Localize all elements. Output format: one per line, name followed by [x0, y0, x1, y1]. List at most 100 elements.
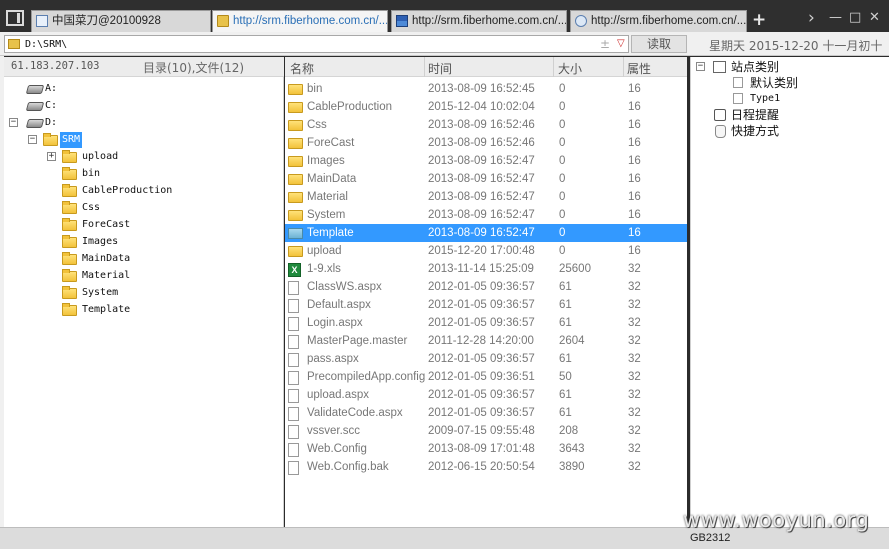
table-row[interactable]: vssver.scc 2009-07-15 09:55:48 208 32 [285, 422, 687, 440]
folder-icon [288, 246, 303, 257]
plus-minus-icon[interactable]: ± [600, 36, 610, 52]
file-time: 2013-08-09 16:52:47 [428, 227, 535, 239]
file-name: System [307, 209, 346, 221]
table-row[interactable]: CableProduction 2015-12-04 10:02:04 0 16 [285, 98, 687, 116]
tree-item-drive-c[interactable]: C: [4, 98, 124, 114]
tree-item-shortcuts[interactable]: 快捷方式 [695, 123, 815, 139]
table-row[interactable]: Login.aspx 2012-01-05 09:36:57 61 32 [285, 314, 687, 332]
table-row[interactable]: upload 2015-12-20 17:00:48 0 16 [285, 242, 687, 260]
table-row[interactable]: Images 2013-08-09 16:52:47 0 16 [285, 152, 687, 170]
tree-item-srm[interactable]: − SRM [4, 132, 144, 148]
table-row[interactable]: ForeCast 2013-08-09 16:52:46 0 16 [285, 134, 687, 152]
tree-item-maindata[interactable]: MainData [4, 251, 204, 267]
table-row[interactable]: Web.Config 2013-08-09 17:01:48 3643 32 [285, 440, 687, 458]
tab-label: 中国菜刀@20100928 [52, 15, 161, 27]
column-header-size[interactable]: 大小 [558, 60, 582, 77]
file-time: 2013-08-09 16:52:47 [428, 173, 535, 185]
table-row[interactable]: Material 2013-08-09 16:52:47 0 16 [285, 188, 687, 206]
folder-icon [62, 235, 77, 248]
tree-item-material[interactable]: Material [4, 268, 204, 284]
tab-srm-terminal[interactable]: http://srm.fiberhome.com.cn/... [570, 10, 747, 32]
file-size: 50 [559, 371, 572, 383]
column-divider[interactable] [553, 57, 554, 77]
tree-item-label: C: [45, 100, 58, 111]
column-header-name[interactable]: 名称 [290, 60, 314, 77]
folder-icon [62, 269, 77, 282]
tree-item-cableproduction[interactable]: CableProduction [4, 183, 204, 199]
file-name: upload.aspx [307, 389, 370, 401]
tree-item-drive-a[interactable]: A: [4, 81, 124, 97]
table-row[interactable]: Css 2013-08-09 16:52:46 0 16 [285, 116, 687, 134]
file-name: MasterPage.master [307, 335, 408, 347]
new-tab-button[interactable]: + [752, 11, 766, 29]
column-divider[interactable] [623, 57, 624, 77]
file-time: 2009-07-15 09:55:48 [428, 425, 535, 437]
tree-item-upload[interactable]: + upload [4, 149, 164, 165]
tree-item-label: 默认类别 [750, 76, 799, 90]
folder-icon [62, 252, 77, 265]
file-size: 0 [559, 209, 566, 221]
table-row[interactable]: X 1-9.xls 2013-11-14 15:25:09 25600 32 [285, 260, 687, 278]
read-button[interactable]: 读取 [631, 35, 687, 53]
tab-caidao[interactable]: 中国菜刀@20100928 [31, 10, 211, 32]
encoding-label[interactable]: GB2312 [690, 532, 730, 544]
path-input[interactable]: D:\SRM\ ± ▽ [4, 35, 629, 53]
tree-item-label: 快捷方式 [731, 124, 780, 138]
table-row[interactable]: MasterPage.master 2011-12-28 14:20:00 2604… [285, 332, 687, 350]
file-size: 61 [559, 281, 572, 293]
collapse-icon[interactable]: − [28, 135, 37, 144]
flag-icon [396, 15, 408, 27]
maximize-button[interactable]: □ [849, 10, 861, 26]
column-divider[interactable] [424, 57, 425, 77]
tree-item-site-categories[interactable]: − 站点类别 [695, 59, 815, 75]
tree-item-label: bin [82, 168, 101, 179]
chevron-right-icon[interactable]: › [808, 10, 815, 27]
table-row[interactable]: upload.aspx 2012-01-05 09:36:57 61 32 [285, 386, 687, 404]
file-size: 61 [559, 317, 572, 329]
file-name: pass.aspx [307, 353, 359, 365]
tree-item-css[interactable]: Css [4, 200, 204, 216]
table-row[interactable]: Default.aspx 2012-01-05 09:36:57 61 32 [285, 296, 687, 314]
minimize-button[interactable]: — [829, 10, 842, 26]
file-attr: 16 [628, 209, 641, 221]
chevron-down-icon[interactable]: ▽ [617, 36, 625, 52]
tree-item-default-category[interactable]: 默认类别 [695, 75, 835, 91]
tree-item-type1[interactable]: Type1 [695, 91, 835, 107]
file-time: 2012-01-05 09:36:57 [428, 299, 535, 311]
table-row[interactable]: System 2013-08-09 16:52:47 0 16 [285, 206, 687, 224]
tree-item-bin[interactable]: bin [4, 166, 204, 182]
table-row[interactable]: Template 2013-08-09 16:52:47 0 16 [285, 224, 687, 242]
column-header-time[interactable]: 时间 [428, 60, 452, 77]
hand-icon [715, 125, 726, 138]
file-icon [288, 443, 299, 457]
tree-item-drive-d[interactable]: − D: [4, 115, 124, 131]
file-attr: 16 [628, 119, 641, 131]
expand-icon[interactable]: + [47, 152, 56, 161]
folder-icon [288, 228, 303, 239]
tree-item-schedule[interactable]: 日程提醒 [695, 107, 815, 123]
table-row[interactable]: ValidateCode.aspx 2012-01-05 09:36:57 61 32 [285, 404, 687, 422]
table-row[interactable]: ClassWS.aspx 2012-01-05 09:36:57 61 32 [285, 278, 687, 296]
collapse-icon[interactable]: − [696, 62, 705, 71]
table-row[interactable]: bin 2013-08-09 16:52:45 0 16 [285, 80, 687, 98]
tree-item-system[interactable]: System [4, 285, 204, 301]
table-row[interactable]: pass.aspx 2012-01-05 09:36:57 61 32 [285, 350, 687, 368]
tree-item-images[interactable]: Images [4, 234, 204, 250]
close-button[interactable]: ✕ [869, 10, 880, 26]
tab-srm-files[interactable]: http://srm.fiberhome.com.cn/... [212, 10, 388, 32]
column-header-attr[interactable]: 属性 [627, 60, 651, 77]
table-row[interactable]: PrecompiledApp.config 2012-01-05 09:36:51… [285, 368, 687, 386]
file-time: 2013-11-14 15:25:09 [428, 263, 534, 275]
app-icon[interactable] [6, 10, 24, 26]
file-size: 61 [559, 389, 572, 401]
table-row[interactable]: Web.Config.bak 2012-06-15 20:50:54 3890 32 [285, 458, 687, 476]
file-attr: 16 [628, 101, 641, 113]
tree-item-template[interactable]: Template [4, 302, 204, 318]
folder-icon [43, 133, 58, 146]
tab-srm-db[interactable]: http://srm.fiberhome.com.cn/... [391, 10, 567, 32]
collapse-icon[interactable]: − [9, 118, 18, 127]
folder-icon [62, 184, 77, 197]
table-row[interactable]: MainData 2013-08-09 16:52:47 0 16 [285, 170, 687, 188]
file-name: CableProduction [307, 101, 393, 113]
tree-item-forecast[interactable]: ForeCast [4, 217, 204, 233]
